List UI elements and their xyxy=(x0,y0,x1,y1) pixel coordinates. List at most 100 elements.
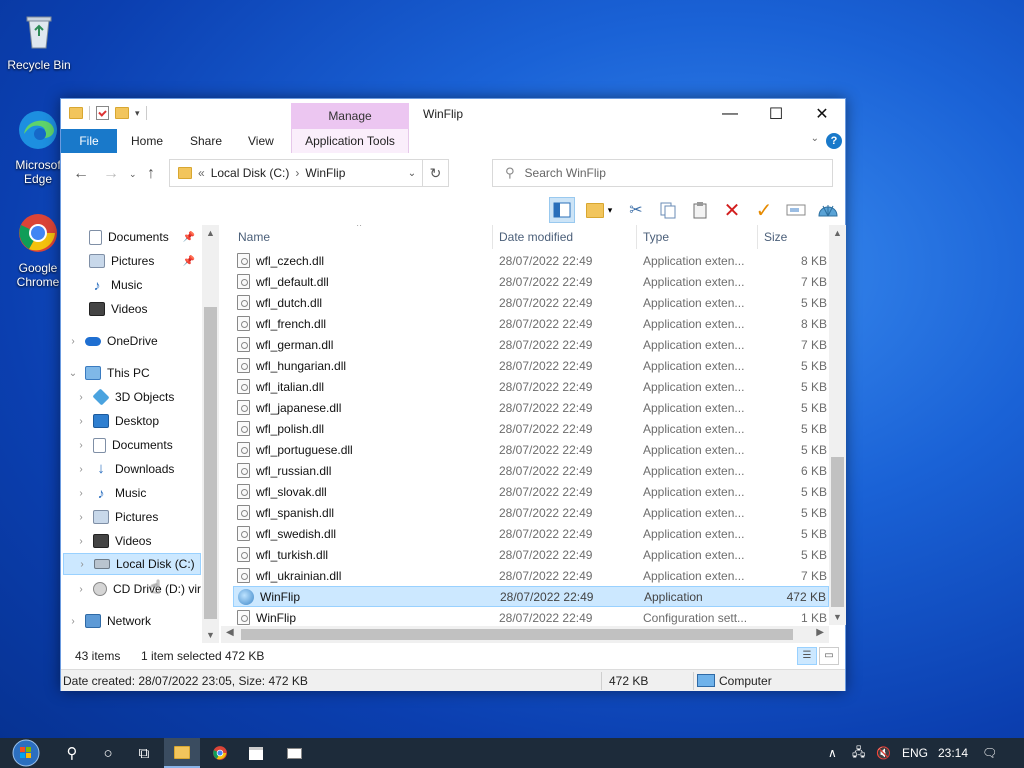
scroll-right-icon[interactable]: ▶ xyxy=(816,627,824,638)
volume-tray-button[interactable]: 🔇 xyxy=(876,738,891,768)
nav-item-network[interactable]: › Network xyxy=(67,610,151,632)
show-hidden-icons-button[interactable]: ∧ xyxy=(828,738,837,768)
expand-icon[interactable]: › xyxy=(75,440,87,451)
nav-item-videos[interactable]: Videos xyxy=(83,298,147,320)
shell-button[interactable] xyxy=(815,197,841,223)
file-row[interactable]: wfl_italian.dll 28/07/2022 22:49 Applicati… xyxy=(233,376,829,397)
confirm-button[interactable]: ✓ xyxy=(751,197,777,223)
file-row[interactable]: wfl_czech.dll 28/07/2022 22:49 Application… xyxy=(233,250,829,271)
delete-button[interactable]: ✕ xyxy=(719,197,745,223)
customize-qat-icon[interactable]: ▾ xyxy=(135,108,140,119)
refresh-button[interactable]: ↻ xyxy=(422,160,448,186)
column-date-modified[interactable]: Date modified xyxy=(494,225,637,249)
nav-item-documents-pinned[interactable]: Documents 📌 xyxy=(83,226,201,248)
column-size[interactable]: Size xyxy=(759,225,829,249)
scrollbar-thumb[interactable] xyxy=(204,307,217,619)
file-row[interactable]: wfl_japanese.dll 28/07/2022 22:49 Applicat… xyxy=(233,397,829,418)
breadcrumb-local-disk[interactable]: Local Disk (C:) xyxy=(211,166,290,180)
breadcrumb-winflip[interactable]: WinFlip xyxy=(305,166,345,180)
file-row[interactable]: wfl_ukrainian.dll 28/07/2022 22:49 Applica… xyxy=(233,565,829,586)
task-view-button[interactable]: ⧉ xyxy=(126,738,162,768)
file-row[interactable]: wfl_french.dll 28/07/2022 22:49 Applicatio… xyxy=(233,313,829,334)
forward-button[interactable]: → xyxy=(103,165,119,183)
nav-item-cd-drive[interactable]: › CD Drive (D:) vir xyxy=(75,578,201,600)
column-type[interactable]: Type xyxy=(638,225,758,249)
maximize-button[interactable]: ☐ xyxy=(753,99,799,129)
tab-view[interactable]: View xyxy=(236,129,286,153)
breadcrumb-overflow[interactable]: « xyxy=(198,166,205,180)
scroll-up-icon[interactable]: ▲ xyxy=(829,228,846,238)
network-tray-button[interactable]: 🖧 xyxy=(852,738,865,768)
nav-item-videos[interactable]: › Videos xyxy=(75,530,151,552)
recent-locations-icon[interactable]: ⌄ xyxy=(129,169,137,180)
file-row[interactable]: wfl_hungarian.dll 28/07/2022 22:49 Applica… xyxy=(233,355,829,376)
expand-icon[interactable]: › xyxy=(75,512,87,523)
expand-icon[interactable]: › xyxy=(75,488,87,499)
tab-share[interactable]: Share xyxy=(178,129,234,153)
new-folder-button[interactable]: ▾ xyxy=(581,197,617,223)
back-button[interactable]: ← xyxy=(73,165,89,183)
new-folder-icon[interactable] xyxy=(115,107,129,119)
scroll-up-icon[interactable]: ▲ xyxy=(202,228,219,238)
rename-button[interactable] xyxy=(783,197,809,223)
file-row[interactable]: WinFlip 28/07/2022 22:49 Configuration set… xyxy=(233,607,829,625)
expand-icon[interactable]: › xyxy=(75,536,87,547)
up-button[interactable]: ↑ xyxy=(147,165,155,183)
taskbar-file-explorer[interactable] xyxy=(164,738,200,768)
file-row[interactable]: WinFlip 28/07/2022 22:49 Application 472 KB xyxy=(233,586,829,607)
horizontal-scrollbar[interactable]: ◀ ▶ xyxy=(221,626,829,643)
file-list-scrollbar[interactable]: ▲ ▼ xyxy=(829,225,846,625)
nav-item-music[interactable]: › ♪ Music xyxy=(75,482,146,504)
preview-pane-button[interactable] xyxy=(549,197,575,223)
expand-icon[interactable]: › xyxy=(75,416,87,427)
tab-application-tools[interactable]: Application Tools xyxy=(291,129,409,153)
search-input[interactable]: ⚲ Search WinFlip xyxy=(492,159,833,187)
search-button[interactable]: ⚲ xyxy=(54,738,90,768)
file-row[interactable]: wfl_slovak.dll 28/07/2022 22:49 Applicatio… xyxy=(233,481,829,502)
copy-button[interactable] xyxy=(655,197,681,223)
cortana-button[interactable]: ○ xyxy=(90,738,126,768)
taskbar-store[interactable] xyxy=(238,738,274,768)
expand-icon[interactable]: › xyxy=(75,464,87,475)
taskbar-chrome[interactable] xyxy=(202,738,238,768)
language-indicator[interactable]: ENG xyxy=(902,738,928,768)
tab-file[interactable]: File xyxy=(61,129,117,153)
scrollbar-thumb[interactable] xyxy=(831,457,844,607)
address-bar[interactable]: « Local Disk (C:) › WinFlip ⌄ ↻ xyxy=(169,159,449,187)
nav-item-pictures-pinned[interactable]: Pictures 📌 xyxy=(83,250,201,272)
clock[interactable]: 23:14 xyxy=(938,738,968,768)
expand-icon[interactable]: › xyxy=(75,584,87,595)
file-row[interactable]: wfl_portuguese.dll 28/07/2022 22:49 Applic… xyxy=(233,439,829,460)
close-button[interactable]: ✕ xyxy=(799,99,845,129)
large-icons-view-button[interactable]: ▭ xyxy=(819,647,839,665)
cut-button[interactable]: ✂ xyxy=(623,197,649,223)
minimize-button[interactable]: — xyxy=(707,99,753,129)
file-row[interactable]: wfl_dutch.dll 28/07/2022 22:49 Application… xyxy=(233,292,829,313)
nav-item-music[interactable]: ♪ Music xyxy=(83,274,143,296)
taskbar-mail[interactable] xyxy=(276,738,312,768)
nav-item-downloads[interactable]: › ↓ Downloads xyxy=(75,458,174,480)
scrollbar-thumb[interactable] xyxy=(241,629,793,640)
file-row[interactable]: wfl_german.dll 28/07/2022 22:49 Applicatio… xyxy=(233,334,829,355)
nav-item-pictures[interactable]: › Pictures xyxy=(75,506,158,528)
title-bar[interactable]: ▾ Manage WinFlip — ☐ ✕ xyxy=(61,99,845,129)
nav-item-onedrive[interactable]: › OneDrive xyxy=(67,330,157,352)
file-row[interactable]: wfl_polish.dll 28/07/2022 22:49 Applicatio… xyxy=(233,418,829,439)
expand-icon[interactable]: › xyxy=(76,559,88,570)
details-view-button[interactable]: ☰ xyxy=(797,647,817,665)
expand-icon[interactable]: › xyxy=(67,336,79,347)
properties-icon[interactable] xyxy=(96,106,109,120)
address-dropdown-icon[interactable]: ⌄ xyxy=(402,168,422,179)
start-button[interactable] xyxy=(6,738,46,768)
help-icon[interactable]: ? xyxy=(826,133,842,149)
file-row[interactable]: wfl_turkish.dll 28/07/2022 22:49 Applicati… xyxy=(233,544,829,565)
file-row[interactable]: wfl_spanish.dll 28/07/2022 22:49 Applicati… xyxy=(233,502,829,523)
collapse-icon[interactable]: ⌄ xyxy=(67,368,79,379)
file-row[interactable]: wfl_default.dll 28/07/2022 22:49 Applicati… xyxy=(233,271,829,292)
scroll-left-icon[interactable]: ◀ xyxy=(226,627,234,638)
nav-scrollbar[interactable]: ▲ ▼ xyxy=(202,225,219,643)
tab-home[interactable]: Home xyxy=(119,129,175,153)
desktop-icon-recycle-bin[interactable]: Recycle Bin xyxy=(1,8,77,72)
nav-item-desktop[interactable]: › Desktop xyxy=(75,410,159,432)
nav-item-3d-objects[interactable]: › 3D Objects xyxy=(75,386,174,408)
